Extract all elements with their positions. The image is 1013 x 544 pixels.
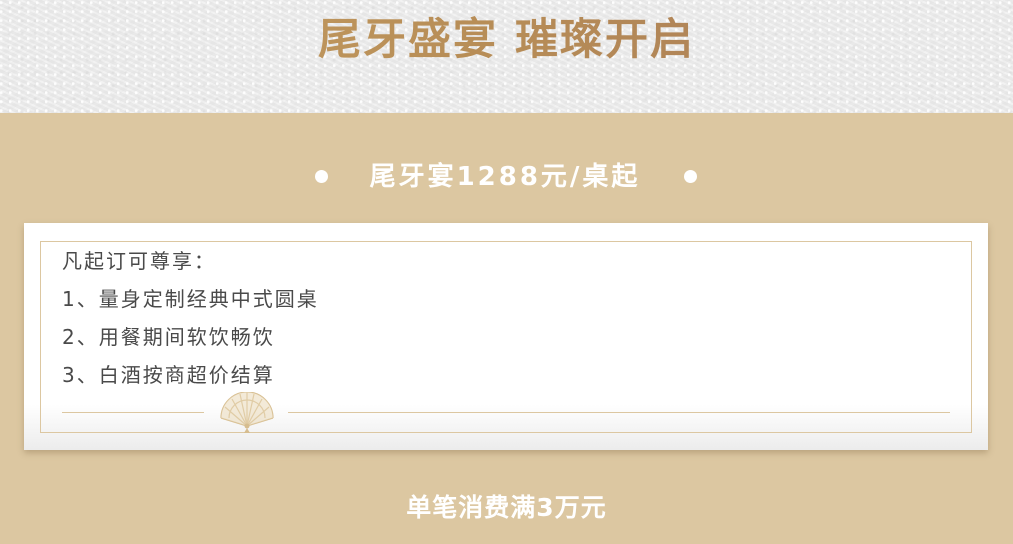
- perks-card: 凡起订可尊享： 1、量身定制经典中式圆桌 2、用餐期间软饮畅饮 3、白酒按商超价…: [24, 223, 988, 450]
- folding-fan-icon: [217, 391, 277, 434]
- price-banner: 尾牙宴1288元/桌起: [0, 157, 1013, 197]
- perk-item: 2、用餐期间软饮畅饮: [62, 325, 275, 349]
- perks-card-frame: 凡起订可尊享： 1、量身定制经典中式圆桌 2、用餐期间软饮畅饮 3、白酒按商超价…: [40, 241, 972, 433]
- perk-item: 3、白酒按商超价结算: [62, 363, 275, 387]
- spending-threshold: 单笔消费满3万元: [406, 493, 607, 522]
- perk-item: 1、量身定制经典中式圆桌: [62, 287, 319, 311]
- paper-texture-header: 尾牙盛宴 璀璨开启: [0, 0, 1013, 113]
- divider-line-right: [288, 412, 950, 413]
- bullet-dot-left: [315, 170, 328, 183]
- perks-title: 凡起订可尊享：: [62, 249, 216, 273]
- price-text: 尾牙宴1288元/桌起: [369, 162, 641, 192]
- bullet-dot-right: [684, 170, 697, 183]
- divider-line-left: [62, 412, 204, 413]
- page-title: 尾牙盛宴 璀璨开启: [0, 14, 1013, 66]
